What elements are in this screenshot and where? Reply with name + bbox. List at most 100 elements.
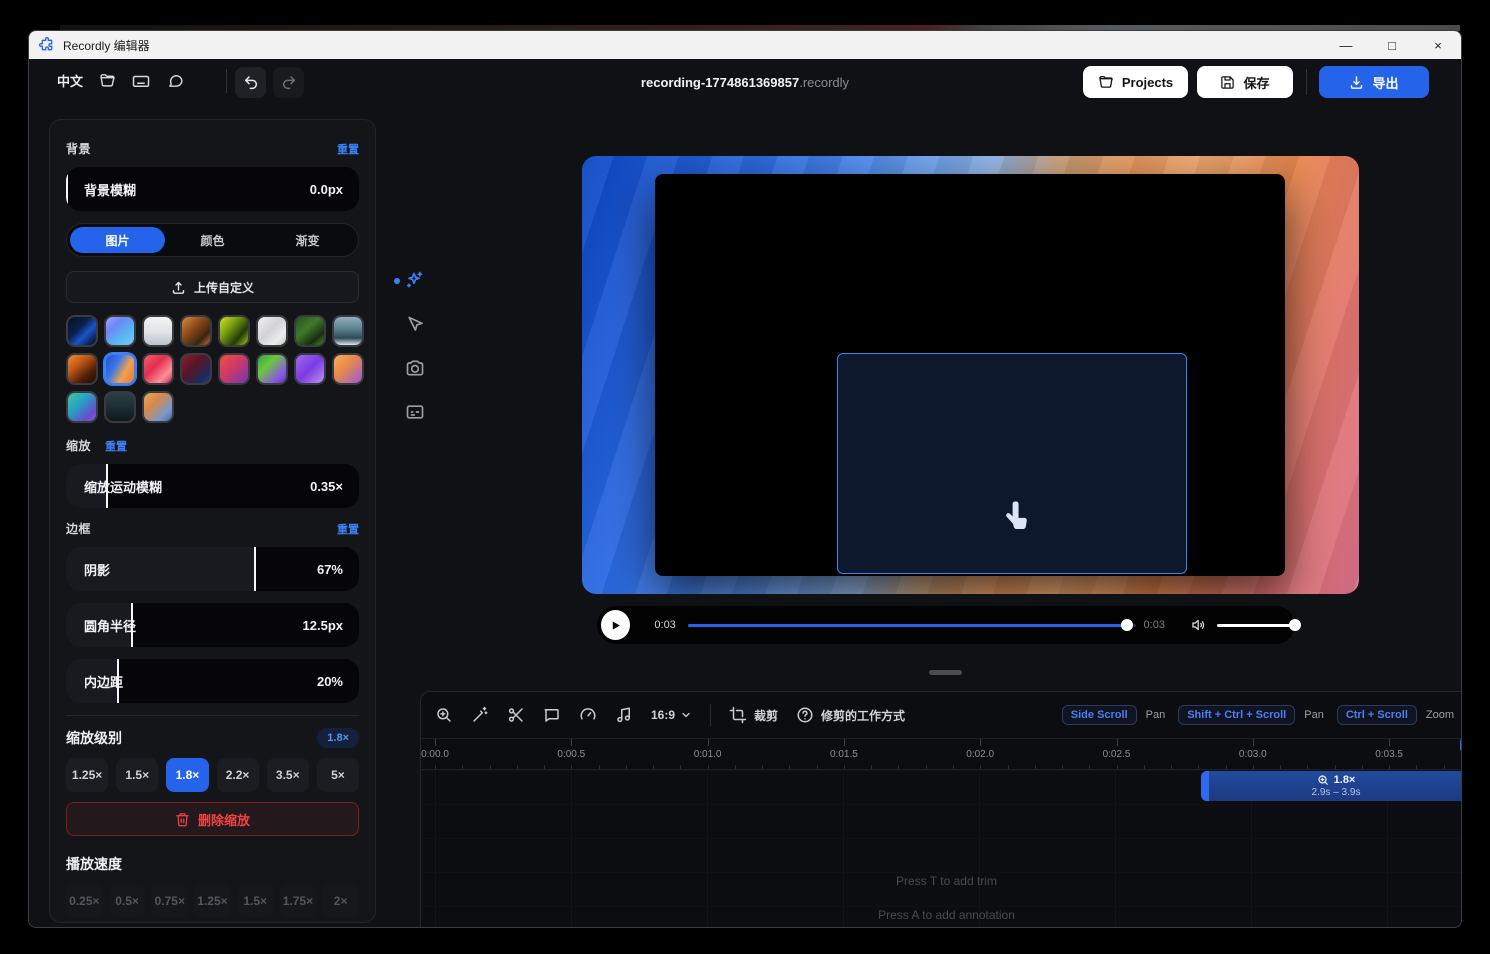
background-thumbnail[interactable] — [66, 391, 98, 423]
seek-knob[interactable] — [1121, 619, 1133, 631]
export-button[interactable]: 导出 — [1319, 66, 1429, 98]
background-thumbnail[interactable] — [256, 315, 288, 347]
aspect-ratio-dropdown[interactable]: 16:9 — [651, 708, 692, 722]
minimize-button[interactable]: — — [1323, 31, 1369, 59]
delete-zoom-label: 删除缩放 — [198, 810, 250, 829]
play-icon — [609, 619, 622, 632]
background-thumbnail[interactable] — [142, 315, 174, 347]
ruler-minor-tick — [1253, 765, 1254, 769]
ruler-minor-tick — [1307, 765, 1308, 769]
speed-option[interactable]: 0.5× — [109, 884, 146, 918]
save-button[interactable]: 保存 — [1197, 66, 1293, 98]
volume-bar[interactable] — [1217, 624, 1295, 627]
ruler-minor-tick — [1416, 765, 1417, 769]
timeline-track[interactable]: 1.8× 2.9s – 3.9s Press T to add trimPres… — [421, 770, 1462, 928]
ai-effects-icon[interactable] — [404, 270, 424, 290]
background-thumbnail[interactable] — [332, 315, 364, 347]
background-thumbnail[interactable] — [66, 315, 98, 347]
background-thumbnail[interactable] — [104, 353, 136, 385]
maximize-button[interactable]: □ — [1369, 31, 1415, 59]
recordly-editor-window: Recordly 编辑器 — □ × 中文 recording-17748613… — [28, 30, 1462, 928]
background-thumbnail[interactable] — [66, 353, 98, 385]
crop-button[interactable]: 裁剪 — [729, 706, 778, 724]
upload-custom-button[interactable]: 上传自定义 — [66, 271, 359, 303]
ruler-tick-label: 0:00.5 — [557, 749, 585, 760]
panel-resize-handle[interactable] — [929, 670, 962, 675]
zoom-level-option[interactable]: 1.5× — [116, 758, 158, 792]
hand-pointer-icon — [1000, 498, 1034, 532]
magic-wand-icon[interactable] — [471, 706, 489, 724]
border-section-title: 边框 — [66, 520, 91, 537]
annotation-icon[interactable] — [543, 706, 561, 724]
timeline-zoom-block[interactable]: 1.8× 2.9s – 3.9s — [1201, 771, 1462, 801]
speed-option[interactable]: 1.75× — [280, 884, 317, 918]
background-thumbnail[interactable] — [294, 353, 326, 385]
zoom-selection-box[interactable] — [837, 353, 1187, 574]
trim-help-button[interactable]: 修剪的工作方式 — [796, 706, 905, 724]
speed-option[interactable]: 0.75× — [151, 884, 188, 918]
zoom-reset-link[interactable]: 重置 — [105, 438, 127, 454]
playhead-handle[interactable] — [1460, 735, 1462, 751]
volume-knob[interactable] — [1289, 619, 1301, 631]
background-thumbnail[interactable] — [180, 315, 212, 347]
zoom-level-option[interactable]: 1.25× — [66, 758, 108, 792]
ruler-minor-tick — [1035, 765, 1036, 769]
border-slider-0[interactable]: 阴影 67% — [66, 547, 359, 591]
seek-bar[interactable] — [688, 624, 1136, 627]
border-reset-link[interactable]: 重置 — [337, 521, 359, 537]
cursor-tool-icon[interactable] — [405, 315, 425, 335]
border-slider-value: 67% — [317, 562, 343, 577]
background-reset-link[interactable]: 重置 — [337, 141, 359, 157]
background-thumbnail[interactable] — [218, 315, 250, 347]
background-thumbnail[interactable] — [332, 353, 364, 385]
speed-option[interactable]: 2× — [322, 884, 359, 918]
zoom-level-title: 缩放级别 — [66, 728, 122, 748]
zoom-level-option[interactable]: 5× — [317, 758, 359, 792]
zoom-level-option[interactable]: 2.2× — [217, 758, 259, 792]
shortcut-action: Pan — [1304, 709, 1324, 721]
background-thumbnail[interactable] — [142, 353, 174, 385]
speaker-icon[interactable] — [1191, 617, 1207, 633]
background-tab-2[interactable]: 渐变 — [260, 227, 355, 253]
border-slider-1[interactable]: 圆角半径12.5px — [66, 603, 359, 647]
music-note-icon[interactable] — [615, 706, 633, 724]
background-thumbnail[interactable] — [104, 315, 136, 347]
speed-option[interactable]: 0.25× — [66, 884, 103, 918]
zoom-level-option[interactable]: 1.8× — [166, 758, 208, 792]
close-button[interactable]: × — [1415, 31, 1461, 59]
timeline-toolbar: 16:9 裁剪 修剪的工作方式 Side ScrollPanShift + Ct… — [421, 692, 1462, 738]
shortcut-keys: Side Scroll — [1062, 705, 1137, 725]
background-blur-slider[interactable]: 背景模糊 0.0px — [66, 167, 359, 211]
background-thumbnail[interactable] — [218, 353, 250, 385]
ruler-minor-tick — [1008, 765, 1009, 769]
ruler-minor-tick — [871, 765, 872, 769]
camera-tool-icon[interactable] — [405, 358, 425, 378]
zoom-motion-blur-slider[interactable]: 缩放运动模糊 0.35× — [66, 464, 359, 508]
scissors-icon[interactable] — [507, 706, 525, 724]
delete-zoom-button[interactable]: 删除缩放 — [66, 802, 359, 836]
border-slider-2[interactable]: 内边距20% — [66, 659, 359, 703]
background-thumbnail[interactable] — [294, 315, 326, 347]
speed-gauge-icon[interactable] — [579, 706, 597, 724]
speed-option[interactable]: 1.5× — [237, 884, 274, 918]
background-thumbnail[interactable] — [104, 391, 136, 423]
border-slider-label: 阴影 — [84, 560, 110, 579]
ruler-minor-tick — [1117, 765, 1118, 769]
ruler-minor-tick — [626, 765, 627, 769]
border-slider-value: 20% — [317, 674, 343, 689]
background-thumbnail[interactable] — [142, 391, 174, 423]
projects-button[interactable]: Projects — [1083, 66, 1188, 98]
zoom-in-icon[interactable] — [435, 706, 453, 724]
play-button[interactable] — [601, 610, 630, 640]
background-tab-0[interactable]: 图片 — [70, 227, 165, 253]
background-thumbnail[interactable] — [180, 353, 212, 385]
zoom-level-option[interactable]: 3.5× — [267, 758, 309, 792]
shortcut-action: Zoom — [1426, 709, 1454, 721]
speed-option[interactable]: 1.25× — [194, 884, 231, 918]
timeline-ruler[interactable]: 0:00.00:00.50:01.00:01.50:02.00:02.50:03… — [421, 738, 1462, 770]
border-slider-value: 12.5px — [303, 618, 343, 633]
background-tab-1[interactable]: 颜色 — [165, 227, 260, 253]
captions-tool-icon[interactable] — [405, 402, 425, 422]
video-preview[interactable] — [582, 156, 1359, 594]
background-thumbnail[interactable] — [256, 353, 288, 385]
